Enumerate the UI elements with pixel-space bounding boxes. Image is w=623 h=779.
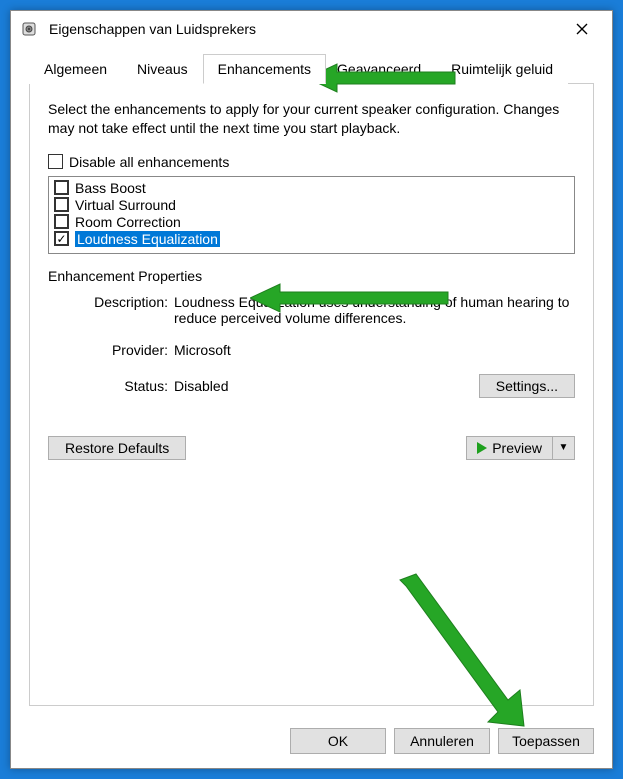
provider-value: Microsoft: [174, 342, 575, 358]
ok-button[interactable]: OK: [290, 728, 386, 754]
tab-algemeen[interactable]: Algemeen: [29, 54, 122, 84]
titlebar: Eigenschappen van Luidsprekers: [11, 11, 612, 47]
tab-niveaus[interactable]: Niveaus: [122, 54, 203, 84]
tab-ruimtelijk-geluid[interactable]: Ruimtelijk geluid: [436, 54, 568, 84]
list-checkbox[interactable]: [54, 180, 69, 195]
preview-dropdown[interactable]: ▼: [553, 436, 575, 460]
disable-all-row[interactable]: Disable all enhancements: [48, 154, 575, 170]
tab-enhancements[interactable]: Enhancements: [203, 54, 326, 84]
preview-label: Preview: [492, 440, 542, 456]
intro-text: Select the enhancements to apply for you…: [48, 100, 575, 138]
list-checkbox[interactable]: [54, 214, 69, 229]
enhancements-list: Bass Boost Virtual Surround Room Correct…: [48, 176, 575, 254]
list-item-label: Virtual Surround: [75, 197, 176, 213]
preview-button[interactable]: Preview: [466, 436, 553, 460]
properties-header: Enhancement Properties: [48, 268, 575, 284]
window-title: Eigenschappen van Luidsprekers: [49, 21, 562, 37]
provider-label: Provider:: [48, 342, 168, 358]
list-item[interactable]: Room Correction: [54, 214, 569, 230]
properties-window: Eigenschappen van Luidsprekers Algemeen …: [10, 10, 613, 769]
restore-defaults-button[interactable]: Restore Defaults: [48, 436, 186, 460]
play-icon: [477, 442, 487, 454]
list-item[interactable]: Bass Boost: [54, 180, 569, 196]
tab-panel-enhancements: Select the enhancements to apply for you…: [29, 84, 594, 706]
dialog-footer: OK Annuleren Toepassen: [11, 716, 612, 768]
list-item-label: Room Correction: [75, 214, 181, 230]
list-checkbox[interactable]: [54, 231, 69, 246]
provider-row: Provider: Microsoft: [48, 342, 575, 358]
status-label: Status:: [48, 378, 168, 394]
cancel-button[interactable]: Annuleren: [394, 728, 490, 754]
settings-button[interactable]: Settings...: [479, 374, 575, 398]
list-item-label: Bass Boost: [75, 180, 146, 196]
status-value: Disabled: [174, 378, 479, 394]
list-item[interactable]: Virtual Surround: [54, 197, 569, 213]
disable-all-label: Disable all enhancements: [69, 154, 229, 170]
status-row: Status: Disabled: [48, 378, 479, 394]
description-label: Description:: [48, 294, 168, 326]
apply-button[interactable]: Toepassen: [498, 728, 594, 754]
speaker-icon: [21, 20, 39, 38]
description-row: Description: Loudness Equalization uses …: [48, 294, 575, 326]
list-checkbox[interactable]: [54, 197, 69, 212]
close-icon: [576, 23, 588, 35]
disable-all-checkbox[interactable]: [48, 154, 63, 169]
list-item-label: Loudness Equalization: [75, 231, 220, 247]
tab-geavanceerd[interactable]: Geavanceerd: [322, 54, 436, 84]
tab-strip: Algemeen Niveaus Enhancements Geavanceer…: [29, 53, 594, 84]
close-button[interactable]: [562, 14, 602, 44]
list-item[interactable]: Loudness Equalization: [54, 231, 569, 247]
description-value: Loudness Equalization uses understanding…: [174, 294, 575, 326]
